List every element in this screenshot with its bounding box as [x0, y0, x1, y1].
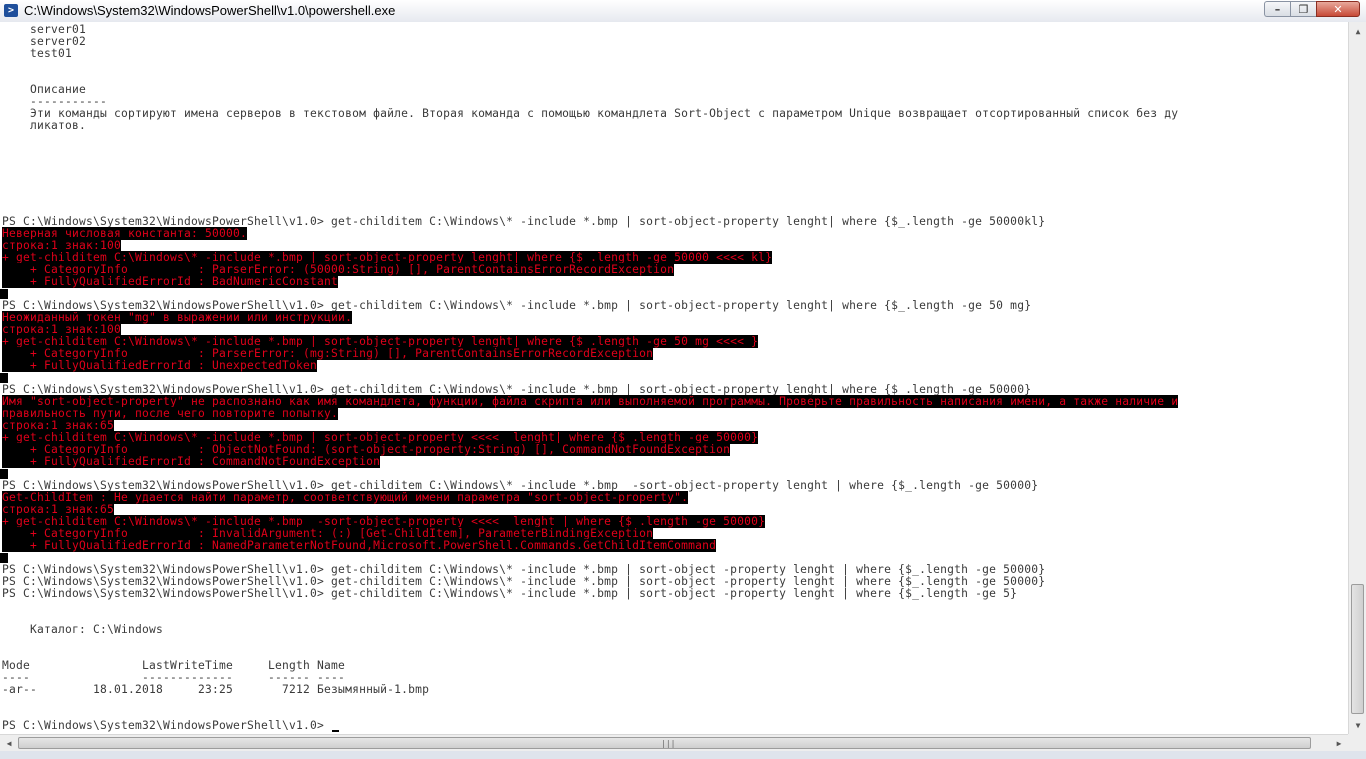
console-line: PS C:\Windows\System32\WindowsPowerShell… [2, 587, 1018, 600]
window-title: C:\Windows\System32\WindowsPowerShell\v1… [24, 3, 396, 18]
maximize-button[interactable]: ❐ [1290, 1, 1316, 17]
scroll-right-arrow-icon[interactable]: ▶ [1331, 735, 1347, 751]
console-line: ликатов. [2, 119, 87, 132]
title-bar: > C:\Windows\System32\WindowsPowerShell\… [0, 0, 1366, 23]
scrollbar-corner [1348, 734, 1366, 751]
minimize-button[interactable]: – [1264, 1, 1290, 17]
vertical-scrollbar[interactable]: ▲ ▼ [1348, 22, 1366, 734]
horizontal-scroll-thumb[interactable]: ||| [18, 737, 1311, 749]
console-line: -ar-- 18.01.2018 23:25 7212 Безымянный-1… [2, 683, 430, 696]
scroll-left-arrow-icon[interactable]: ◀ [1, 735, 17, 751]
scroll-up-arrow-icon[interactable]: ▲ [1350, 23, 1366, 39]
console-prompt: PS C:\Windows\System32\WindowsPowerShell… [2, 719, 332, 732]
powershell-icon[interactable]: > [4, 4, 18, 17]
console-error-line: + FullyQualifiedErrorId : BadNumericCons… [2, 275, 339, 288]
grip-icon: ||| [661, 739, 676, 748]
window-frame-bottom [0, 751, 1366, 759]
window-controls: – ❐ ✕ [1264, 1, 1360, 18]
error-padding [0, 469, 8, 479]
console-line: test01 [2, 47, 73, 60]
error-padding [0, 373, 8, 383]
scroll-down-arrow-icon[interactable]: ▼ [1350, 717, 1366, 733]
console-error-line: + FullyQualifiedErrorId : CommandNotFoun… [2, 455, 381, 468]
error-padding [0, 553, 8, 563]
horizontal-scrollbar[interactable]: ◀ ||| ▶ [0, 734, 1348, 751]
text-cursor [332, 730, 339, 732]
console-line: Эти команды сортируют имена серверов в т… [2, 107, 1179, 120]
vertical-scroll-thumb[interactable] [1351, 584, 1364, 714]
console-error-line: + FullyQualifiedErrorId : UnexpectedToke… [2, 359, 318, 372]
error-padding [0, 289, 8, 299]
console-output[interactable]: server01 server02 test01 Описание ------… [0, 22, 1348, 734]
console-error-line: + FullyQualifiedErrorId : NamedParameter… [2, 539, 717, 552]
console-line: Каталог: C:\Windows [2, 623, 164, 636]
close-button[interactable]: ✕ [1316, 1, 1360, 17]
